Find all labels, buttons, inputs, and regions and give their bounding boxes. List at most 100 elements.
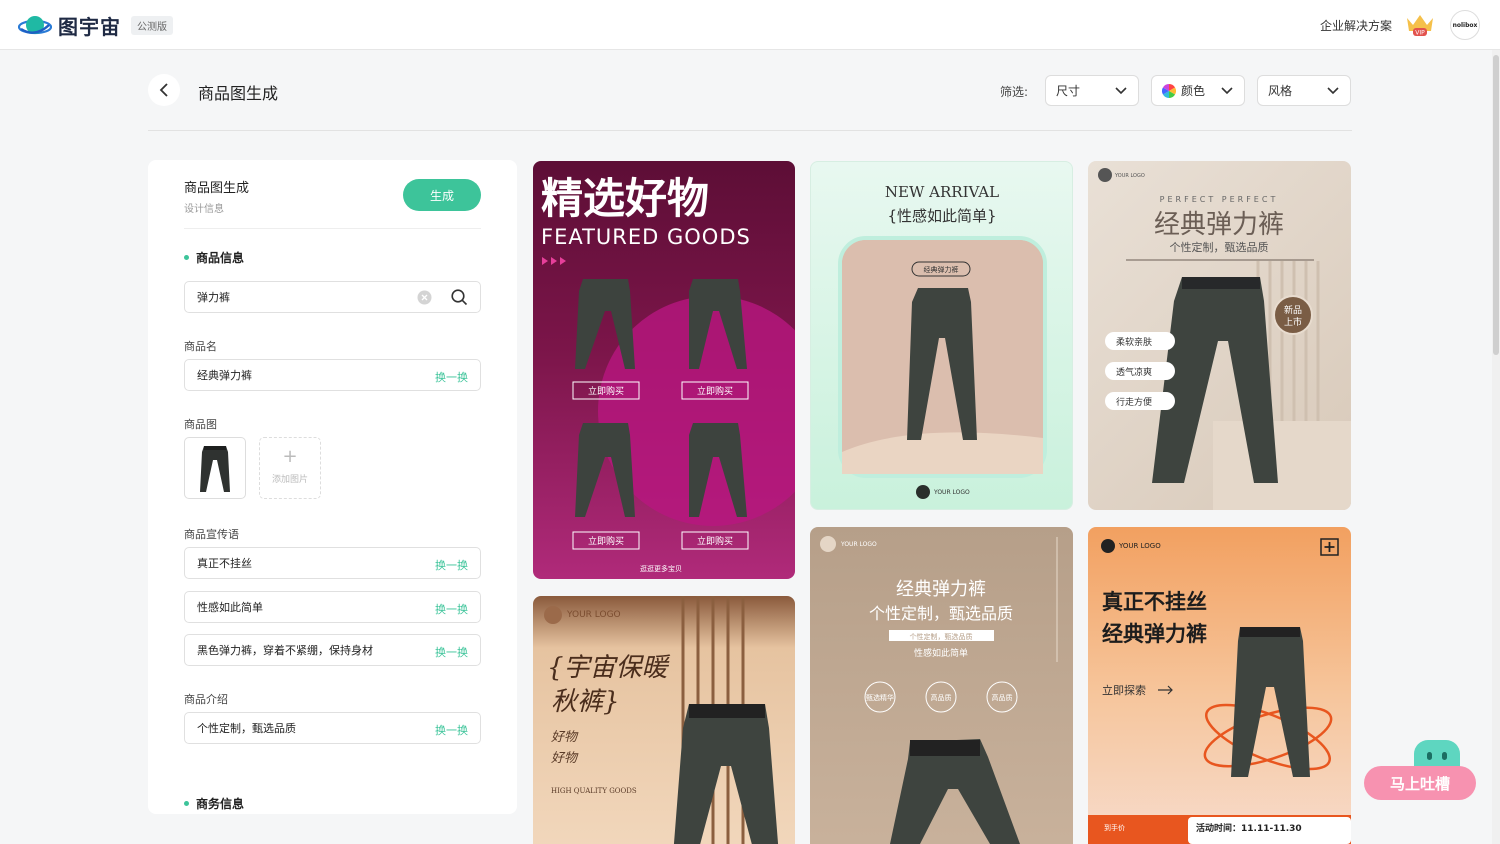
card5-circle-1: 甄选精华 bbox=[866, 693, 894, 702]
template-card-featured-goods[interactable]: 精选好物 FEATURED GOODS 立即购买 立即购买 立即购买 立即购买 … bbox=[533, 161, 795, 579]
classic-leggings-artwork: YOUR LOGO PERFECT PERFECT 经典弹力裤 个性定制，甄选品… bbox=[1098, 168, 1351, 510]
slogan-value-1: 真正不挂丝 bbox=[197, 557, 252, 570]
template-card-soft-classic[interactable]: YOUR LOGO 经典弹力裤 个性定制，甄选品质 个性定制，甄选品质 性感如此… bbox=[810, 527, 1073, 844]
vip-label: VIP bbox=[1415, 30, 1425, 37]
card5-circle-2: 高品质 bbox=[931, 693, 952, 702]
style-filter-label: 风格 bbox=[1268, 84, 1293, 98]
card6-price-label: 到手价 bbox=[1104, 823, 1125, 832]
soft-classic-artwork: YOUR LOGO 经典弹力裤 个性定制，甄选品质 个性定制，甄选品质 性感如此… bbox=[820, 536, 1058, 844]
chevron-down-icon bbox=[1221, 87, 1233, 95]
card1-buy-2: 立即购买 bbox=[697, 385, 733, 397]
generate-button[interactable]: 生成 bbox=[403, 179, 481, 211]
clear-icon[interactable] bbox=[417, 290, 432, 305]
card6-title2: 经典弹力裤 bbox=[1102, 622, 1207, 646]
card6-title1: 真正不挂丝 bbox=[1102, 590, 1207, 614]
card4-footer: HIGH QUALITY GOODS bbox=[551, 787, 637, 795]
card3-feature-2: 透气凉爽 bbox=[1116, 366, 1152, 378]
back-button[interactable] bbox=[148, 74, 180, 106]
user-avatar[interactable]: nolibox bbox=[1450, 10, 1480, 40]
product-image-label: 商品图 bbox=[184, 418, 217, 431]
chevron-down-icon bbox=[1115, 87, 1127, 95]
business-info-label: 商务信息 bbox=[196, 797, 245, 811]
intro-input[interactable]: 个性定制，甄选品质 换一换 bbox=[184, 712, 481, 744]
card5-small: 个性定制，甄选品质 bbox=[910, 632, 973, 641]
product-search-input[interactable]: 弹力裤 bbox=[184, 281, 481, 313]
swap-name-button[interactable]: 换一换 bbox=[435, 369, 468, 385]
no-snag-artwork: YOUR LOGO 真正不挂丝 经典弹力裤 立即探索 到手价 活动时间：11.1… bbox=[1088, 538, 1351, 844]
slogan-input-1[interactable]: 真正不挂丝 换一换 bbox=[184, 547, 481, 579]
size-filter-label: 尺寸 bbox=[1056, 84, 1081, 98]
beta-badge: 公测版 bbox=[131, 16, 173, 35]
new-arrival-artwork: NEW ARRIVAL {性感如此简单} 经典弹力裤 YOUR LOGO bbox=[838, 183, 1047, 499]
section-dot-icon bbox=[184, 801, 189, 806]
vip-crown-icon[interactable]: VIP bbox=[1404, 12, 1436, 38]
slogan-input-3[interactable]: 黑色弹力裤，穿着不紧绷，保持身材 换一换 bbox=[184, 634, 481, 666]
card5-circle-3: 高品质 bbox=[992, 693, 1013, 702]
card3-sub: 个性定制，甄选品质 bbox=[1170, 240, 1269, 254]
swap-slogan-2-button[interactable]: 换一换 bbox=[435, 601, 468, 617]
panel-divider bbox=[184, 228, 481, 229]
card6-explore: 立即探索 bbox=[1102, 683, 1146, 697]
top-bar: 图宇宙 公测版 企业解决方案 VIP nolibox bbox=[0, 0, 1500, 50]
product-search-value: 弹力裤 bbox=[197, 291, 230, 304]
card4-title2: 秋裤} bbox=[551, 687, 620, 717]
leggings-image bbox=[200, 446, 230, 492]
page-scrollbar-thumb[interactable] bbox=[1493, 55, 1499, 355]
enterprise-solutions-link[interactable]: 企业解决方案 bbox=[1320, 17, 1392, 34]
filter-label: 筛选: bbox=[1000, 85, 1029, 99]
template-card-no-snag[interactable]: YOUR LOGO 真正不挂丝 经典弹力裤 立即探索 到手价 活动时间：11.1… bbox=[1088, 527, 1351, 844]
design-info-panel: 商品图生成 设计信息 生成 商品信息 弹力裤 商品名 经典弹力裤 换一换 商品图… bbox=[148, 160, 517, 814]
card3-feature-3: 行走方便 bbox=[1116, 396, 1152, 408]
swap-slogan-3-button[interactable]: 换一换 bbox=[435, 644, 468, 660]
feedback-widget[interactable]: 马上吐槽 bbox=[1364, 740, 1476, 800]
slogan-input-2[interactable]: 性感如此简单 换一换 bbox=[184, 591, 481, 623]
feedback-button[interactable]: 马上吐槽 bbox=[1364, 766, 1476, 800]
color-filter-label: 颜色 bbox=[1181, 84, 1206, 98]
product-name-value: 经典弹力裤 bbox=[197, 369, 252, 382]
plus-icon: + bbox=[282, 446, 298, 467]
product-name-label: 商品名 bbox=[184, 340, 217, 353]
card1-buy-3: 立即购买 bbox=[588, 535, 624, 547]
color-filter-dropdown[interactable]: 颜色 bbox=[1151, 75, 1245, 106]
planet-logo-icon bbox=[18, 15, 52, 34]
color-wheel-icon bbox=[1162, 83, 1176, 98]
panel-title: 商品图生成 bbox=[184, 181, 250, 196]
card5-logo: YOUR LOGO bbox=[840, 541, 877, 548]
intro-value: 个性定制，甄选品质 bbox=[197, 722, 296, 735]
card1-footer: 逛逛更多宝贝 bbox=[640, 564, 682, 573]
section-dot-icon bbox=[184, 255, 189, 260]
add-image-label: 添加图片 bbox=[271, 475, 308, 485]
template-card-cosmic-warm[interactable]: YOUR LOGO {宇宙保暖 秋裤} 好物 好物 HIGH QUALITY G… bbox=[533, 596, 795, 844]
chevron-left-icon bbox=[159, 83, 168, 97]
page-title: 商品图生成 bbox=[198, 84, 279, 103]
card5-tiny: 性感如此简单 bbox=[914, 647, 968, 659]
product-info-label: 商品信息 bbox=[196, 251, 245, 265]
card6-logo: YOUR LOGO bbox=[1118, 542, 1161, 550]
style-filter-dropdown[interactable]: 风格 bbox=[1257, 75, 1351, 106]
card3-badge2: 上市 bbox=[1284, 316, 1302, 328]
card1-title: 精选好物 bbox=[541, 174, 709, 223]
swap-intro-button[interactable]: 换一换 bbox=[435, 722, 468, 738]
app-name: 图宇宙 bbox=[58, 15, 121, 39]
intro-label: 商品介绍 bbox=[184, 693, 228, 706]
slogan-value-3: 黑色弹力裤，穿着不紧绷，保持身材 bbox=[197, 644, 373, 657]
card3-eyebrow: PERFECT PERFECT bbox=[1160, 195, 1279, 204]
app-logo[interactable]: 图宇宙 公测版 bbox=[18, 11, 173, 40]
card1-buy-1: 立即购买 bbox=[588, 385, 624, 397]
card2-tag: 经典弹力裤 bbox=[924, 265, 959, 274]
size-filter-dropdown[interactable]: 尺寸 bbox=[1045, 75, 1139, 106]
template-card-classic-leggings[interactable]: YOUR LOGO PERFECT PERFECT 经典弹力裤 个性定制，甄选品… bbox=[1088, 161, 1351, 510]
template-card-new-arrival[interactable]: NEW ARRIVAL {性感如此简单} 经典弹力裤 YOUR LOGO bbox=[810, 161, 1073, 510]
product-name-input[interactable]: 经典弹力裤 换一换 bbox=[184, 359, 481, 391]
card2-line2: {性感如此简单} bbox=[887, 207, 996, 225]
slogan-label: 商品宣传语 bbox=[184, 528, 239, 541]
swap-slogan-1-button[interactable]: 换一换 bbox=[435, 557, 468, 573]
card4-logo: YOUR LOGO bbox=[566, 610, 621, 620]
product-image-thumbnail[interactable] bbox=[184, 437, 246, 499]
card4-line1: 好物 bbox=[551, 730, 579, 745]
search-icon[interactable] bbox=[451, 289, 468, 306]
cosmic-warm-artwork: YOUR LOGO {宇宙保暖 秋裤} 好物 好物 HIGH QUALITY G… bbox=[544, 596, 779, 844]
add-image-button[interactable]: + 添加图片 bbox=[259, 437, 321, 499]
card3-badge1: 新品 bbox=[1284, 304, 1302, 316]
featured-goods-artwork: 精选好物 FEATURED GOODS 立即购买 立即购买 立即购买 立即购买 … bbox=[541, 174, 795, 573]
